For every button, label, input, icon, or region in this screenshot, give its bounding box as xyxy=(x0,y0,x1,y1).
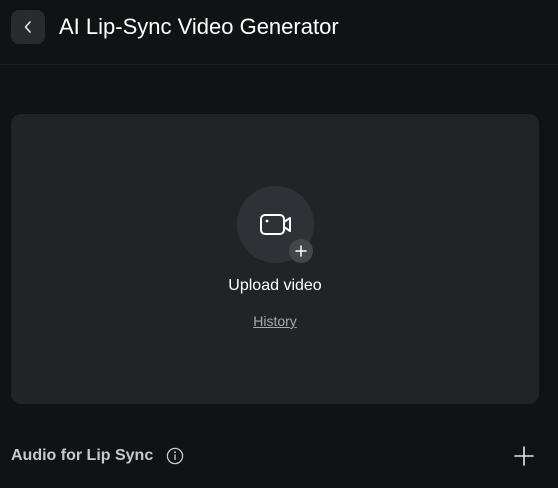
info-icon[interactable] xyxy=(166,447,184,465)
history-link-wrapper: History xyxy=(11,312,539,330)
info-circle-icon xyxy=(166,447,184,465)
upload-video-label: Upload video xyxy=(228,277,322,294)
history-link[interactable]: History xyxy=(253,313,297,329)
plus-icon xyxy=(514,446,534,466)
add-audio-button[interactable] xyxy=(512,444,536,468)
chevron-left-icon xyxy=(24,21,31,33)
upload-video-dropzone[interactable]: Upload video History xyxy=(11,114,539,404)
page-title: AI Lip-Sync Video Generator xyxy=(59,14,339,39)
back-button[interactable] xyxy=(11,10,45,44)
header-bar: AI Lip-Sync Video Generator xyxy=(0,0,558,65)
audio-section-title: Audio for Lip Sync xyxy=(11,447,154,464)
plus-icon xyxy=(295,245,307,257)
video-camera-icon xyxy=(259,213,291,235)
add-video-plus-button[interactable] xyxy=(289,239,313,263)
